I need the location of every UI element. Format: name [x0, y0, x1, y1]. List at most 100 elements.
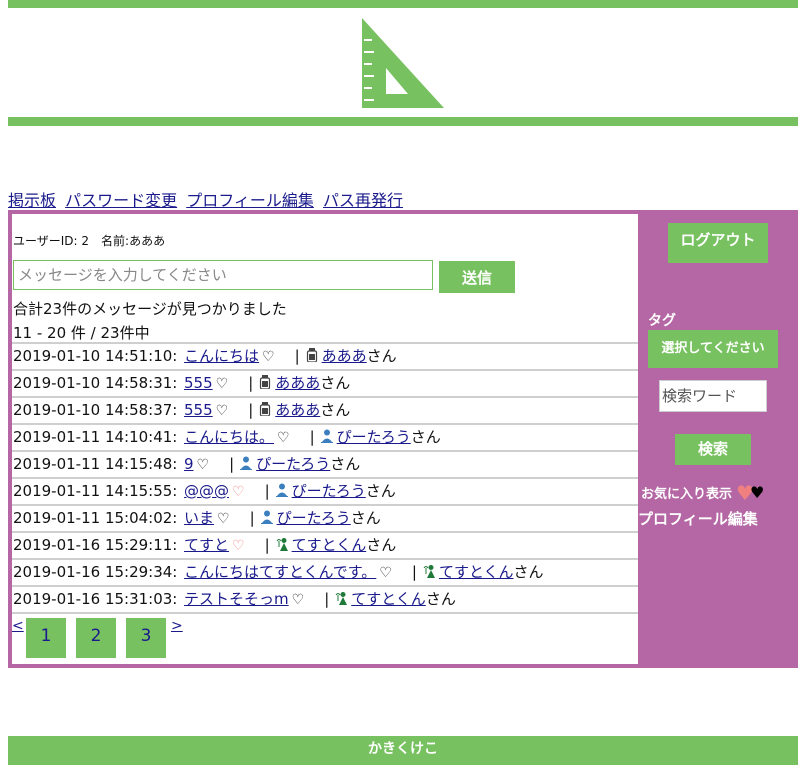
- user-link[interactable]: ぴーたろう: [277, 509, 351, 527]
- separator: |: [324, 590, 330, 608]
- san-suffix: さん: [366, 536, 397, 554]
- plant-icon: [423, 561, 435, 578]
- message-timestamp: 2019-01-11 14:15:55:: [13, 482, 178, 500]
- message-input[interactable]: [13, 260, 433, 290]
- heart-icon[interactable]: ♡: [262, 349, 275, 365]
- heart-icon[interactable]: ♡: [216, 376, 229, 392]
- bottle-icon: [259, 372, 271, 390]
- message-link[interactable]: 9: [184, 455, 194, 473]
- message-body: こんにちは。 ♡ | ぴーたろうさん: [184, 425, 441, 451]
- message-row: 2019-01-10 14:58:37: 555 ♡ | あああさん: [12, 396, 638, 423]
- separator: |: [248, 401, 254, 419]
- separator: |: [411, 563, 417, 581]
- page-3-button[interactable]: 3: [126, 618, 166, 658]
- user-link[interactable]: あああ: [322, 347, 367, 365]
- separator: |: [294, 347, 300, 365]
- search-button[interactable]: 検索: [675, 434, 751, 465]
- message-row: 2019-01-10 14:58:31: 555 ♡ | あああさん: [12, 369, 638, 396]
- prev-page-link[interactable]: <: [12, 618, 24, 634]
- message-row: 2019-01-11 14:15:48: 9 ♡ | ぴーたろうさん: [12, 450, 638, 477]
- message-link[interactable]: 555: [184, 374, 213, 392]
- message-row: 2019-01-16 15:31:03: テストそそっm ♡ | てすとくんさん: [12, 585, 638, 614]
- plant-icon: [335, 588, 348, 605]
- send-button[interactable]: 送信: [439, 261, 515, 293]
- heart-icon[interactable]: ♡: [379, 565, 392, 581]
- user-link[interactable]: てすとくん: [439, 563, 514, 581]
- message-link[interactable]: テストそそっm: [184, 590, 289, 608]
- message-body: 555 ♡ | あああさん: [184, 398, 350, 424]
- nav-board-link[interactable]: 掲示板: [8, 191, 56, 210]
- nav-password-change-link[interactable]: パスワード変更: [65, 191, 177, 210]
- favorites-toggle[interactable]: お気に入り表示 ♥♥: [641, 481, 764, 505]
- message-body: てすと ♡ | てすとくんさん: [184, 533, 396, 559]
- san-suffix: さん: [425, 590, 456, 608]
- message-timestamp: 2019-01-10 14:58:31:: [13, 374, 178, 392]
- next-page-link[interactable]: >: [171, 618, 183, 634]
- tag-select[interactable]: 選択してください: [648, 330, 778, 368]
- heart-icon: ♥: [749, 483, 765, 502]
- nav-profile-edit-link[interactable]: プロフィール編集: [186, 191, 314, 210]
- message-timestamp: 2019-01-16 15:31:03:: [13, 590, 178, 608]
- user-link[interactable]: あああ: [275, 401, 320, 419]
- message-timestamp: 2019-01-11 14:15:48:: [13, 455, 178, 473]
- separator: |: [309, 428, 315, 446]
- san-suffix: さん: [350, 509, 381, 527]
- triangle-ruler-logo-icon: [362, 18, 444, 108]
- search-input[interactable]: [659, 380, 767, 412]
- user-info: ユーザーID: 2 名前:あああ: [13, 234, 166, 248]
- message-link[interactable]: てすと: [184, 536, 229, 554]
- message-link[interactable]: @@@: [184, 482, 229, 500]
- user-link[interactable]: ぴーたろう: [256, 455, 330, 473]
- user-link[interactable]: ぴーたろう: [292, 482, 366, 500]
- logout-button[interactable]: ログアウト: [668, 223, 768, 263]
- plant-icon: [276, 534, 288, 551]
- message-row: 2019-01-16 15:29:34: こんにちはてすとくんです。 ♡ | てすとくん…: [12, 558, 638, 585]
- message-link[interactable]: 555: [184, 401, 213, 419]
- page-1-button[interactable]: 1: [26, 618, 66, 658]
- message-link[interactable]: こんにちはてすとくんです。: [184, 563, 376, 581]
- message-body: テストそそっm ♡ | てすとくんさん: [184, 587, 456, 613]
- message-row: 2019-01-11 15:04:02: いま ♡ | ぴーたろうさん: [12, 504, 638, 531]
- heart-icon[interactable]: ♡: [232, 484, 245, 500]
- top-nav: 掲示板 パスワード変更 プロフィール編集 パス再発行: [8, 187, 407, 211]
- message-row: 2019-01-11 14:10:41: こんにちは。 ♡ | ぴーたろうさん: [12, 423, 638, 450]
- page-2-button[interactable]: 2: [76, 618, 116, 658]
- san-suffix: さん: [330, 455, 361, 473]
- message-link[interactable]: いま: [184, 509, 214, 527]
- tag-label: タグ: [648, 313, 676, 329]
- nav-password-reissue-link[interactable]: パス再発行: [323, 191, 403, 210]
- total-count-text: 合計23件のメッセージが見つかりました: [13, 300, 287, 318]
- user-link[interactable]: てすとくん: [292, 536, 367, 554]
- message-timestamp: 2019-01-16 15:29:11:: [13, 536, 178, 554]
- pagination: < 1 2 3 >: [12, 616, 638, 664]
- message-body: 9 ♡ | ぴーたろうさん: [184, 452, 360, 478]
- user-link[interactable]: ぴーたろう: [337, 428, 411, 446]
- person-icon: [275, 480, 288, 497]
- message-link[interactable]: こんにちは: [184, 347, 259, 365]
- person-icon: [320, 426, 333, 443]
- heart-icon[interactable]: ♡: [216, 403, 229, 419]
- san-suffix: さん: [365, 482, 396, 500]
- san-suffix: さん: [410, 428, 441, 446]
- message-body: こんにちはてすとくんです。 ♡ | てすとくんさん: [184, 560, 544, 586]
- message-body: いま ♡ | ぴーたろうさん: [184, 506, 381, 532]
- heart-icon[interactable]: ♡: [292, 592, 305, 608]
- heart-icon[interactable]: ♡: [277, 430, 290, 446]
- heart-icon[interactable]: ♡: [197, 457, 210, 473]
- message-timestamp: 2019-01-11 14:10:41:: [13, 428, 178, 446]
- separator: |: [229, 455, 235, 473]
- heart-icon[interactable]: ♡: [217, 511, 230, 527]
- message-board: ユーザーID: 2 名前:あああ 送信 合計23件のメッセージが見つかりました …: [12, 214, 638, 664]
- person-icon: [260, 507, 273, 524]
- message-row: 2019-01-10 14:51:10: こんにちは ♡ | あああさん: [12, 342, 638, 369]
- user-link[interactable]: てすとくん: [351, 590, 426, 608]
- person-icon: [240, 453, 253, 470]
- heart-icon[interactable]: ♡: [232, 538, 245, 554]
- bottle-icon: [259, 399, 271, 417]
- sidebar-profile-edit-link[interactable]: プロフィール編集: [638, 508, 758, 529]
- message-link[interactable]: こんにちは。: [184, 428, 274, 446]
- message-timestamp: 2019-01-10 14:51:10:: [13, 347, 178, 365]
- message-body: 555 ♡ | あああさん: [184, 371, 350, 397]
- user-link[interactable]: あああ: [275, 374, 320, 392]
- message-list: 2019-01-10 14:51:10: こんにちは ♡ | あああさん 2019-01-…: [12, 342, 638, 614]
